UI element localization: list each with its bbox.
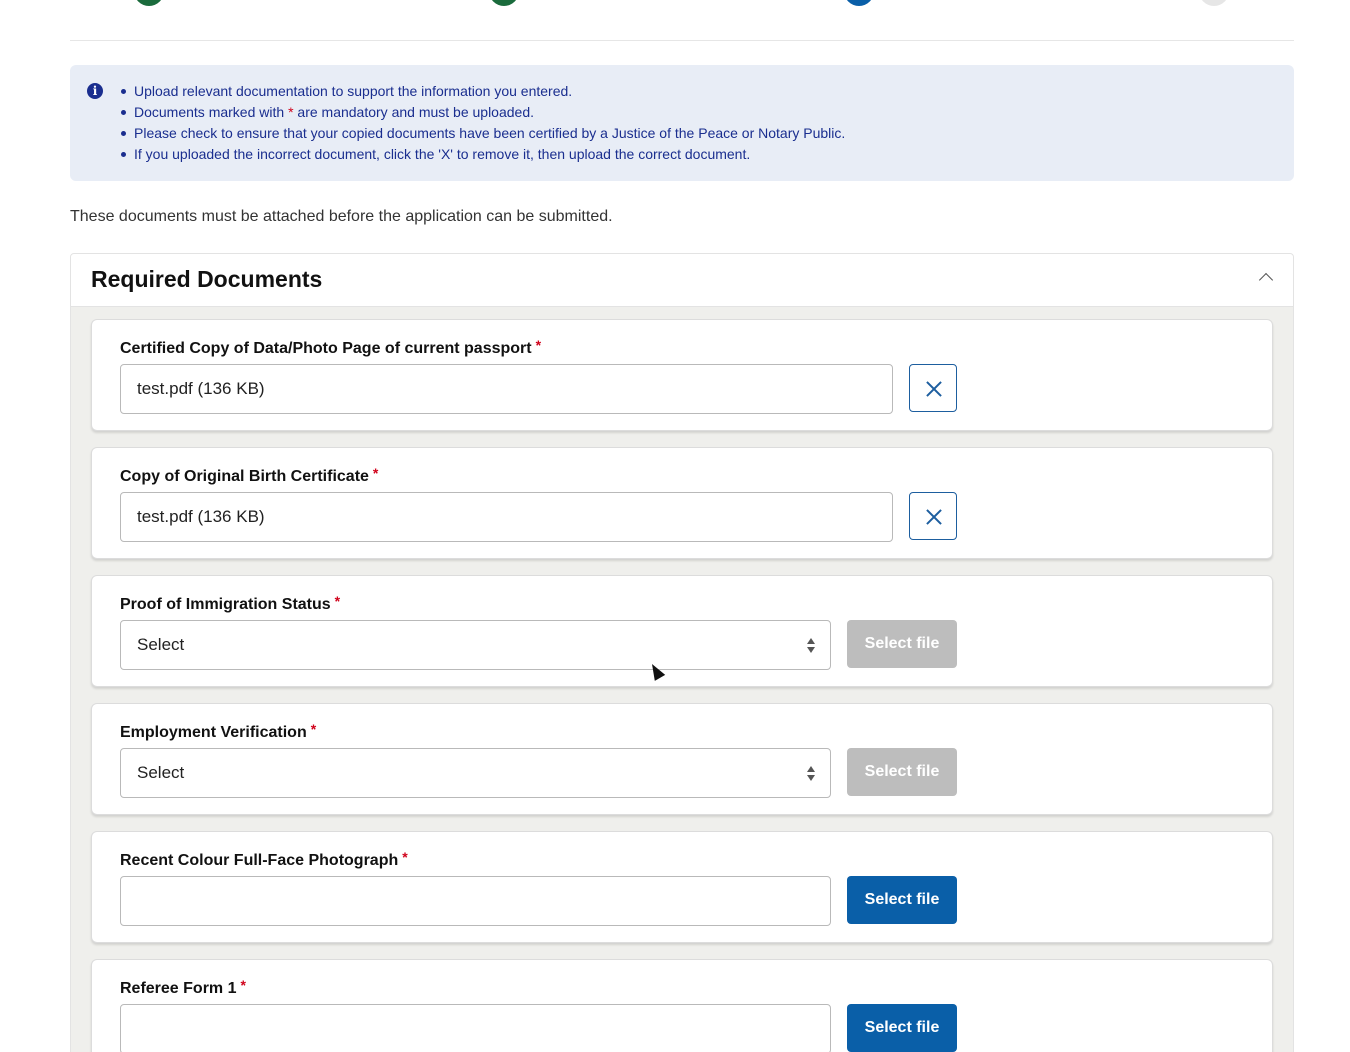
document-card-immigration-status: Proof of Immigration Status * Select Sele… — [91, 575, 1273, 687]
intro-text: These documents must be attached before … — [70, 208, 613, 225]
info-item: Please check to ensure that your copied … — [120, 123, 845, 144]
info-icon: i — [87, 83, 103, 99]
panel-header[interactable]: Required Documents — [71, 254, 1293, 307]
select-value: Select — [137, 763, 185, 782]
remove-file-button[interactable] — [909, 364, 957, 412]
progress-steps — [70, 0, 1294, 41]
uploaded-file-field: test.pdf (136 KB) — [120, 364, 893, 414]
select-file-button[interactable]: Select file — [847, 1004, 957, 1052]
document-label: Certified Copy of Data/Photo Page of cur… — [120, 337, 542, 357]
step-indicator-upcoming — [1199, 0, 1229, 6]
document-label: Recent Colour Full-Face Photograph * — [120, 849, 408, 869]
required-marker: * — [372, 465, 379, 481]
sort-arrows-icon — [806, 766, 816, 782]
required-marker: * — [535, 337, 542, 353]
document-label: Copy of Original Birth Certificate * — [120, 465, 379, 485]
sort-arrows-icon — [806, 638, 816, 654]
panel-title: Required Documents — [91, 266, 323, 292]
document-card-passport: Certified Copy of Data/Photo Page of cur… — [91, 319, 1273, 431]
document-label: Proof of Immigration Status * — [120, 593, 341, 613]
info-item: Documents marked with * are mandatory an… — [120, 102, 845, 123]
document-label: Referee Form 1 * — [120, 977, 246, 997]
required-marker: * — [310, 721, 317, 737]
document-card-birth-certificate: Copy of Original Birth Certificate * test… — [91, 447, 1273, 559]
select-file-button[interactable]: Select file — [847, 748, 957, 796]
required-marker: * — [288, 104, 294, 120]
step-indicator-complete-2 — [489, 0, 519, 6]
document-card-employment-verification: Employment Verification * Select Select f… — [91, 703, 1273, 815]
select-file-button[interactable]: Select file — [847, 876, 957, 924]
required-marker: * — [402, 849, 408, 865]
required-marker: * — [334, 593, 341, 609]
info-item: If you uploaded the incorrect document, … — [120, 144, 845, 165]
info-item: Upload relevant documentation to support… — [120, 81, 845, 102]
info-list: Upload relevant documentation to support… — [120, 81, 845, 165]
remove-file-button[interactable] — [909, 492, 957, 540]
uploaded-file-field: test.pdf (136 KB) — [120, 492, 893, 542]
required-documents-panel: Required Documents Certified Copy of Dat… — [70, 253, 1294, 1052]
file-input[interactable] — [120, 876, 831, 926]
step-indicator-current — [844, 0, 874, 6]
document-card-photograph: Recent Colour Full-Face Photograph * Sele… — [91, 831, 1273, 943]
required-marker: * — [240, 977, 246, 993]
document-label: Employment Verification * — [120, 721, 317, 741]
document-card-referee-form: Referee Form 1 * Select file — [91, 959, 1273, 1052]
select-value: Select — [137, 635, 185, 654]
info-alert: i Upload relevant documentation to suppo… — [70, 65, 1294, 181]
chevron-up-icon[interactable] — [1258, 272, 1274, 288]
document-type-select[interactable]: Select — [120, 748, 831, 798]
step-indicator-complete-1 — [134, 0, 164, 6]
file-input[interactable] — [120, 1004, 831, 1052]
select-file-button[interactable]: Select file — [847, 620, 957, 668]
document-type-select[interactable]: Select — [120, 620, 831, 670]
